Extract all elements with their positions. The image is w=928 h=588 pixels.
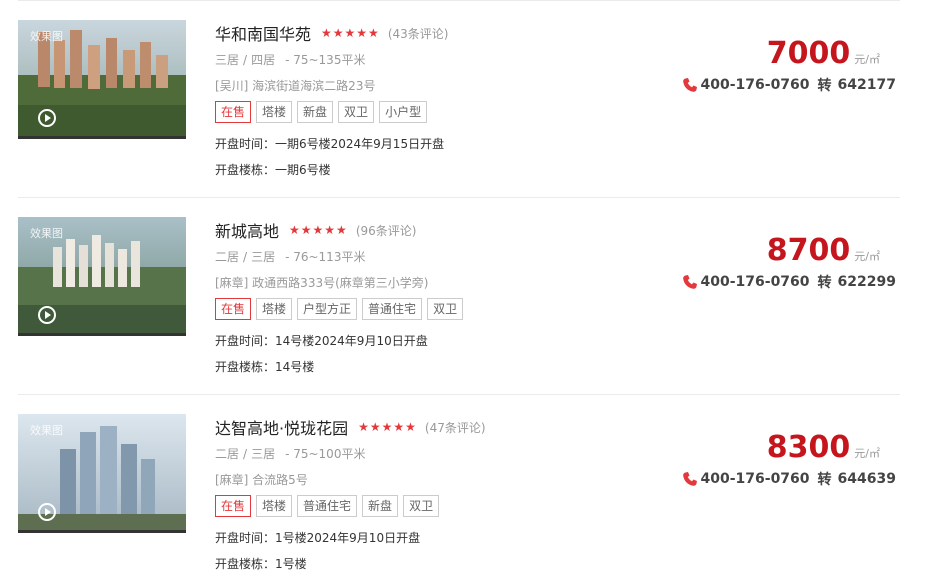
phone-icon <box>682 472 697 486</box>
layout-separator: / <box>243 53 248 67</box>
layout-option[interactable]: 三居 <box>215 53 239 67</box>
listing-item: 效果图 新城高地 ★★★★★ (96条评论) 二居 / 三居 - 76~113平米 [… <box>0 197 928 394</box>
feature-tag: 塔楼 <box>256 101 293 123</box>
extension-number: 622299 <box>837 274 896 290</box>
tag-list: 在售 塔楼 户型方正 普通住宅 双卫 <box>215 298 468 320</box>
opening-time: 开盘时间：14号楼2024年9月10日开盘 <box>215 334 428 348</box>
area-range: - 75~100平米 <box>285 447 366 461</box>
rating-stars: ★★★★★ <box>289 223 348 237</box>
review-count-link[interactable]: (96条评论) <box>356 222 417 239</box>
status-badge: 在售 <box>215 101 252 123</box>
price-value: 7000 <box>766 36 851 71</box>
price-value: 8700 <box>766 233 851 268</box>
phone-icon <box>682 78 697 92</box>
feature-tag: 双卫 <box>427 298 464 320</box>
review-count-link[interactable]: (43条评论) <box>388 25 449 42</box>
feature-tag: 新盘 <box>362 495 399 517</box>
extension-label: 转 <box>817 275 832 291</box>
feature-tag: 塔楼 <box>256 495 293 517</box>
opening-time: 开盘时间：一期6号楼2024年9月15日开盘 <box>215 137 445 151</box>
extension-number: 644639 <box>837 471 896 487</box>
thumbnail-label: 效果图 <box>30 424 63 437</box>
status-badge: 在售 <box>215 298 252 320</box>
opening-time: 开盘时间：1号楼2024年9月10日开盘 <box>215 531 421 545</box>
listing-item: 效果图 达智高地·悦珑花园 ★★★★★ (47条评论) 二居 / 三居 - 75~10… <box>0 394 928 588</box>
feature-tag: 户型方正 <box>297 298 358 320</box>
divider <box>18 394 900 395</box>
review-count-link[interactable]: (47条评论) <box>425 419 486 436</box>
phone-number: 400-176-0760 <box>700 471 810 487</box>
rating-stars: ★★★★★ <box>321 26 380 40</box>
price: 7000 元/㎡ <box>767 36 880 71</box>
area-range: - 75~135平米 <box>285 53 366 67</box>
phone-line[interactable]: 400-176-0760 转 622299 <box>682 272 896 292</box>
feature-tag: 双卫 <box>403 495 440 517</box>
phone-number: 400-176-0760 <box>700 274 810 290</box>
phone-icon <box>682 275 697 289</box>
feature-tag: 小户型 <box>379 101 428 123</box>
listing-thumbnail[interactable]: 效果图 <box>18 414 186 533</box>
price: 8300 元/㎡ <box>767 430 880 465</box>
extension-number: 642177 <box>837 77 896 93</box>
layout-option[interactable]: 三居 <box>251 447 275 461</box>
tag-list: 在售 塔楼 普通住宅 新盘 双卫 <box>215 495 444 517</box>
play-icon[interactable] <box>38 503 56 521</box>
play-icon[interactable] <box>38 306 56 324</box>
phone-line[interactable]: 400-176-0760 转 644639 <box>682 469 896 489</box>
listing-title[interactable]: 达智高地·悦珑花园 <box>215 415 348 439</box>
extension-label: 转 <box>817 78 832 94</box>
phone-number: 400-176-0760 <box>700 77 810 93</box>
layout-separator: / <box>243 447 248 461</box>
address: [吴川] 海滨街道海滨二路23号 <box>215 79 376 93</box>
status-badge: 在售 <box>215 495 252 517</box>
tag-list: 在售 塔楼 新盘 双卫 小户型 <box>215 101 432 123</box>
listing-title[interactable]: 新城高地 <box>215 218 279 242</box>
price-unit: 元/㎡ <box>854 250 880 263</box>
listing-title[interactable]: 华和南国华苑 <box>215 21 311 45</box>
thumbnail-label: 效果图 <box>30 227 63 240</box>
feature-tag: 普通住宅 <box>297 495 358 517</box>
address: [麻章] 政通西路333号(麻章第三小学旁) <box>215 276 429 290</box>
phone-line[interactable]: 400-176-0760 转 642177 <box>682 75 896 95</box>
opening-building: 开盘楼栋：一期6号楼 <box>215 163 331 177</box>
opening-building: 开盘楼栋：1号楼 <box>215 557 307 571</box>
layout-option[interactable]: 四居 <box>251 53 275 67</box>
listing-thumbnail[interactable]: 效果图 <box>18 217 186 336</box>
layout-option[interactable]: 二居 <box>215 250 239 264</box>
play-icon[interactable] <box>38 109 56 127</box>
feature-tag: 新盘 <box>297 101 334 123</box>
rating-stars: ★★★★★ <box>358 420 417 434</box>
layout-option[interactable]: 二居 <box>215 447 239 461</box>
price-unit: 元/㎡ <box>854 447 880 460</box>
address: [麻章] 合流路5号 <box>215 473 308 487</box>
feature-tag: 普通住宅 <box>362 298 423 320</box>
price-unit: 元/㎡ <box>854 53 880 66</box>
divider <box>18 197 900 198</box>
price: 8700 元/㎡ <box>767 233 880 268</box>
thumbnail-label: 效果图 <box>30 30 63 43</box>
extension-label: 转 <box>817 472 832 488</box>
listing-thumbnail[interactable]: 效果图 <box>18 20 186 139</box>
divider <box>18 0 900 1</box>
price-value: 8300 <box>766 430 851 465</box>
layout-separator: / <box>243 250 248 264</box>
feature-tag: 塔楼 <box>256 298 293 320</box>
area-range: - 76~113平米 <box>285 250 366 264</box>
feature-tag: 双卫 <box>338 101 375 123</box>
layout-option[interactable]: 三居 <box>251 250 275 264</box>
opening-building: 开盘楼栋：14号楼 <box>215 360 315 374</box>
listing-item: 效果图 华和南国华苑 ★★★★★ (43条评论) 三居 / 四居 - 75~135平米… <box>0 0 928 197</box>
